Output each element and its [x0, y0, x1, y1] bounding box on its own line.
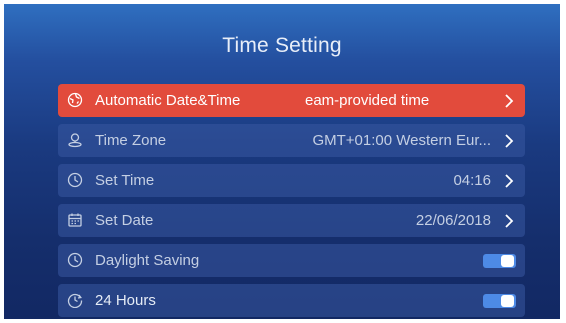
menu-item-label: Automatic Date&Time — [95, 92, 241, 109]
menu-item-label: Set Date — [95, 212, 154, 229]
menu-item-set-time[interactable]: Set Time 04:16 — [58, 164, 525, 197]
menu-item-label: Time Zone — [95, 132, 167, 149]
page-title: Time Setting — [222, 34, 342, 57]
menu-item-label: 24 Hours — [95, 292, 156, 309]
menu-item-set-date[interactable]: Set Date 22/06/2018 — [58, 204, 525, 237]
menu-item-value: 04:16 — [453, 172, 491, 189]
chevron-right-icon — [503, 213, 515, 229]
menu-item-value: eam-provided time — [305, 92, 430, 109]
calendar-icon — [67, 212, 83, 228]
location-pin-icon — [67, 132, 83, 148]
menu-item-label: Daylight Saving — [95, 252, 200, 269]
toggle-knob — [501, 295, 514, 307]
globe-clock-icon — [67, 92, 83, 108]
chevron-right-icon — [503, 133, 515, 149]
chevron-right-icon — [503, 173, 515, 189]
clock-24-icon — [67, 292, 83, 308]
menu-item-label: Set Time — [95, 172, 155, 189]
clock-icon — [67, 172, 83, 188]
menu-item-automatic-date-time[interactable]: Automatic Date&Time eam-provided time — [58, 84, 525, 117]
toggle-knob — [501, 255, 514, 267]
24-hours-toggle[interactable] — [483, 294, 516, 308]
time-setting-screen: Time Setting Automatic Date&Time eam-pro… — [4, 4, 560, 319]
menu-item-value: GMT+01:00 Western Eur... — [312, 132, 491, 149]
clock-icon — [67, 252, 83, 268]
menu-item-time-zone[interactable]: Time Zone GMT+01:00 Western Eur... — [58, 124, 525, 157]
chevron-right-icon — [503, 93, 515, 109]
settings-menu: Automatic Date&Time eam-provided time Ti… — [58, 84, 525, 319]
menu-item-value: 22/06/2018 — [415, 212, 491, 229]
daylight-saving-toggle[interactable] — [483, 254, 516, 268]
menu-item-daylight-saving[interactable]: Daylight Saving — [58, 244, 525, 277]
menu-item-24-hours[interactable]: 24 Hours — [58, 284, 525, 317]
